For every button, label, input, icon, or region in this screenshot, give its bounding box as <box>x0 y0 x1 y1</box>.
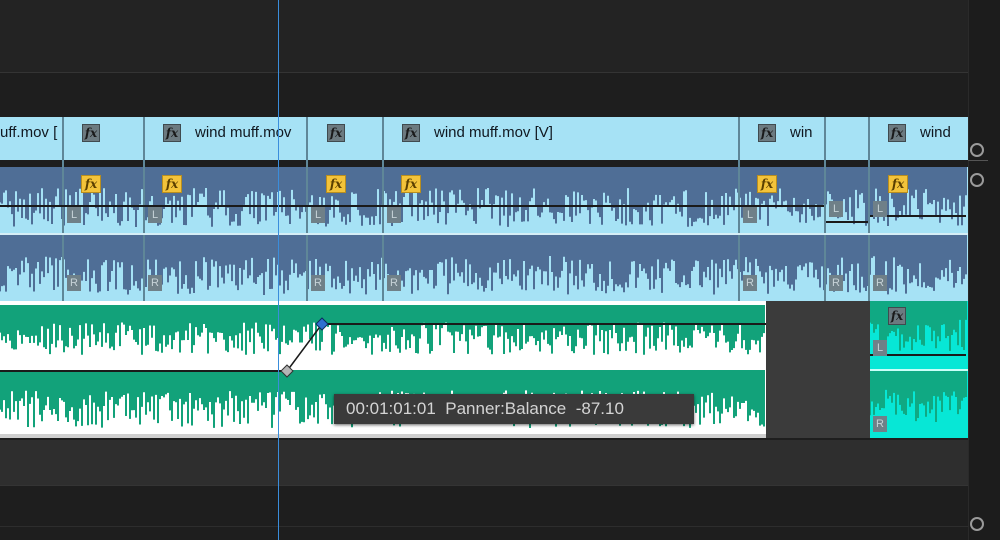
clip-edge[interactable] <box>824 117 826 301</box>
panner-keyframe-graph[interactable] <box>0 301 770 401</box>
channel-right-label: R <box>148 275 162 291</box>
channel-left-label: L <box>148 207 162 223</box>
fx-icon: fx <box>162 175 182 193</box>
channel-left-label: L <box>873 340 887 356</box>
panner-ramp[interactable] <box>286 323 323 372</box>
volume-rubberband[interactable] <box>0 205 824 207</box>
fx-icon: fx <box>888 175 908 193</box>
fx-icon: fx <box>81 175 101 193</box>
video-clip-title: wind muff.mov [V] <box>434 124 553 141</box>
scroll-handle-icon[interactable] <box>970 143 984 157</box>
video-clip-title: wind <box>920 124 951 141</box>
channel-right-label: R <box>311 275 325 291</box>
channel-left-label: L <box>743 207 757 223</box>
fx-icon: fx <box>758 124 776 142</box>
clip-edge[interactable] <box>738 117 740 301</box>
track-divider <box>0 485 968 486</box>
channel-left-label: L <box>829 201 843 217</box>
track-divider <box>0 526 968 527</box>
keyframe-diamond-icon[interactable] <box>280 364 294 378</box>
scroll-handle-icon[interactable] <box>970 517 984 531</box>
channel-left-label: L <box>387 207 401 223</box>
scroll-handle-icon[interactable] <box>970 173 984 187</box>
fx-icon: fx <box>326 175 346 193</box>
clip-edge[interactable] <box>306 117 308 301</box>
channel-left-label: L <box>311 207 325 223</box>
clip-edge[interactable] <box>62 117 64 301</box>
clip-edge[interactable] <box>868 117 870 301</box>
channel-right-label: R <box>67 275 81 291</box>
channel-divider <box>870 369 968 371</box>
fx-icon: fx <box>82 124 100 142</box>
fx-icon: fx <box>327 124 345 142</box>
track-divider <box>0 72 968 73</box>
channel-left-label: L <box>67 207 81 223</box>
video-clip-title: wind muff.mov <box>195 124 292 141</box>
channel-right-label: R <box>387 275 401 291</box>
vertical-scrollbar[interactable] <box>968 0 1000 540</box>
playhead[interactable] <box>278 0 279 540</box>
timeline-upper-tracks <box>0 0 968 72</box>
channel-right-label: R <box>873 275 887 291</box>
tooltip-value: -87.10 <box>575 399 624 418</box>
track-gap <box>766 301 870 438</box>
channel-right-label: R <box>829 275 843 291</box>
timeline-lower-track <box>0 440 968 485</box>
keyframe-tooltip: 00:01:01:01 Panner:Balance -87.10 <box>334 394 694 424</box>
fx-icon: fx <box>888 124 906 142</box>
keyframe-diamond-icon[interactable] <box>315 317 329 331</box>
fx-icon: fx <box>757 175 777 193</box>
clip-edge[interactable] <box>143 117 145 301</box>
tooltip-timecode: 00:01:01:01 <box>346 399 436 418</box>
video-clip-title: uff.mov [ <box>0 124 58 141</box>
channel-right-label: R <box>873 416 887 432</box>
tooltip-parameter: Panner:Balance <box>445 399 567 418</box>
channel-divider <box>0 233 968 235</box>
fx-icon: fx <box>888 307 906 325</box>
clip-edge[interactable] <box>382 117 384 301</box>
volume-rubberband[interactable] <box>826 221 868 223</box>
fx-icon: fx <box>402 124 420 142</box>
channel-right-label: R <box>743 275 757 291</box>
fx-icon: fx <box>163 124 181 142</box>
channel-left-label: L <box>873 201 887 217</box>
fx-icon: fx <box>401 175 421 193</box>
scroll-divider <box>968 160 988 161</box>
video-clip-title: win <box>790 124 813 141</box>
